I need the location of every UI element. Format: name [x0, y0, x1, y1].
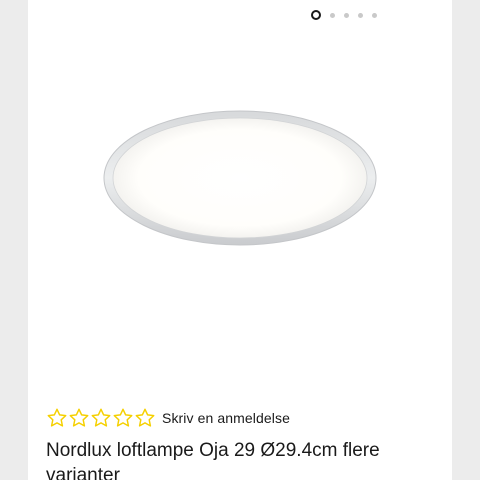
write-review-link[interactable]: Skriv en anmeldelse — [162, 410, 290, 426]
gallery-dot-2[interactable] — [330, 12, 335, 18]
gallery-dot-4[interactable] — [358, 12, 363, 18]
star-outline-icon — [113, 408, 133, 427]
gallery-dot-5[interactable] — [372, 12, 377, 18]
product-title: Nordlux loftlampe Oja 29 Ø29.4cm flere v… — [46, 440, 380, 480]
star-outline-icon — [47, 408, 67, 427]
star-outline-icon — [91, 408, 111, 427]
product-page: Skriv en anmeldelse Nordlux loftlampe Oj… — [28, 0, 452, 480]
rating-stars[interactable] — [46, 407, 156, 429]
product-image-gallery[interactable] — [28, 0, 452, 395]
star-outline-icon — [69, 408, 89, 427]
gallery-dot-1[interactable] — [311, 10, 321, 20]
star-outline-icon — [135, 408, 155, 427]
product-image[interactable] — [28, 0, 452, 395]
rating-row: Skriv en anmeldelse — [46, 407, 290, 429]
gallery-dot-3[interactable] — [344, 12, 349, 18]
gallery-pagination[interactable] — [311, 10, 377, 20]
